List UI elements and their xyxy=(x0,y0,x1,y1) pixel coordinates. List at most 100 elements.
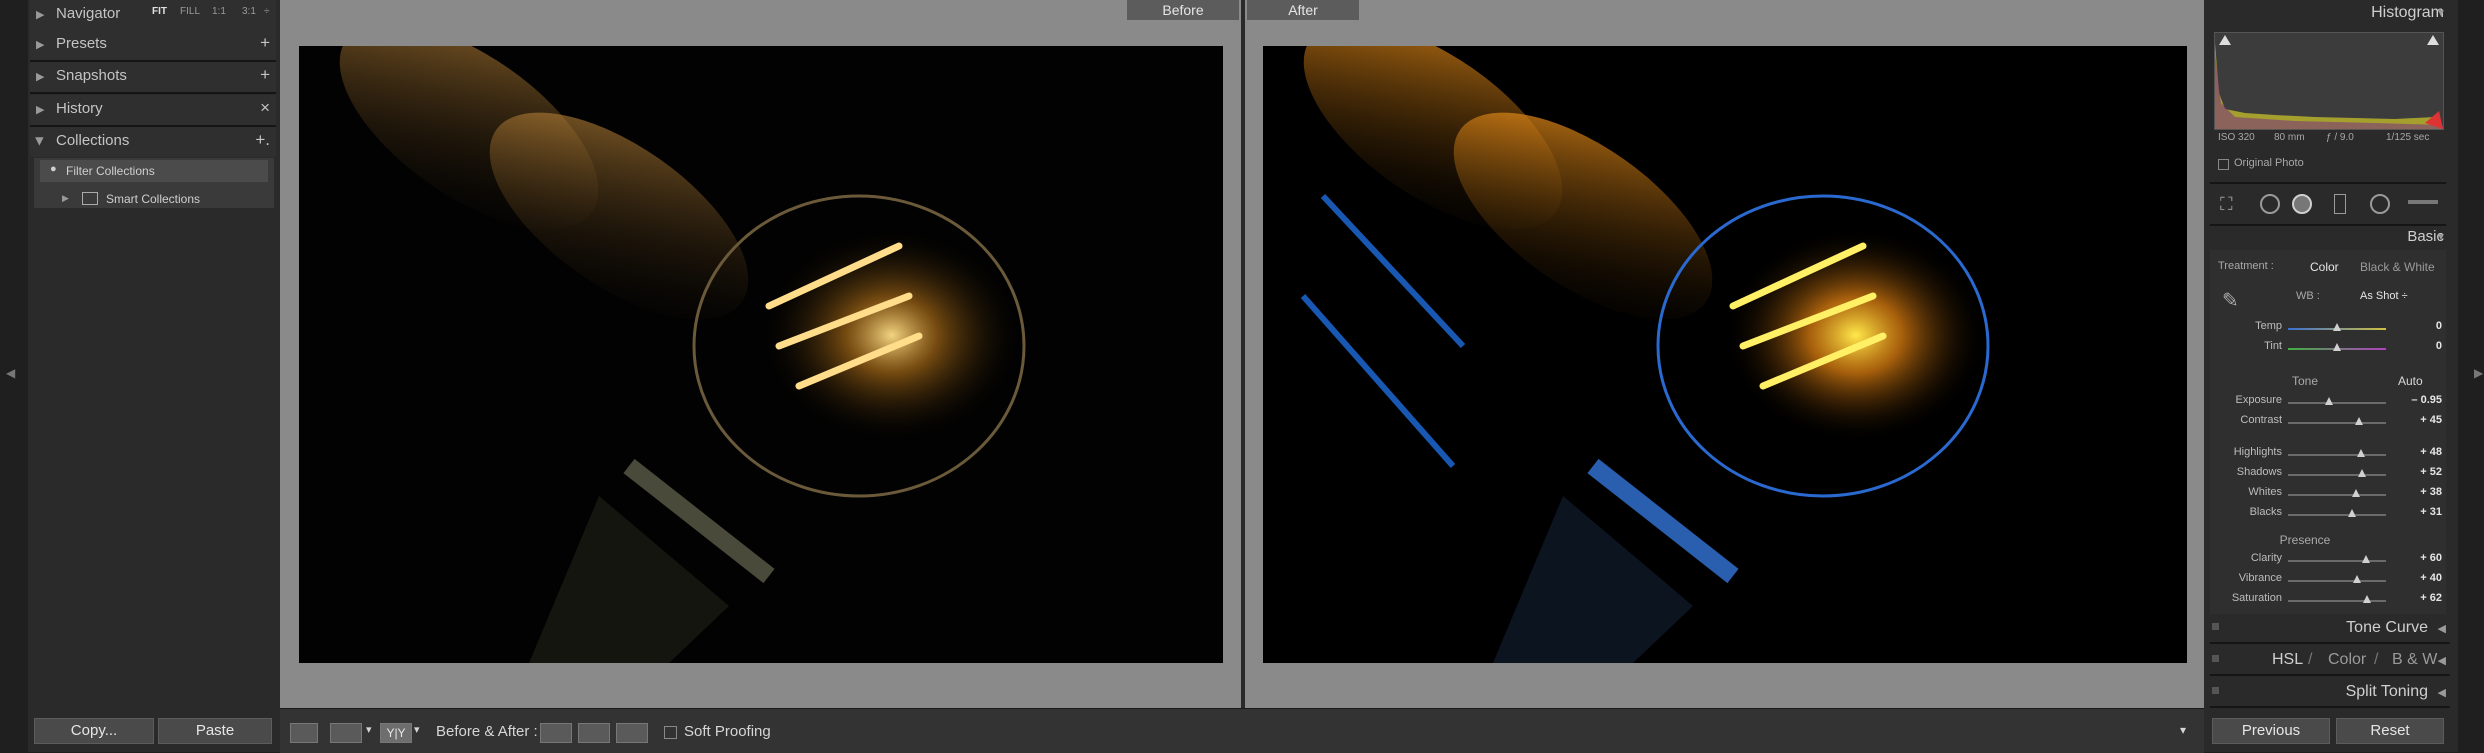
view-dropdown-icon[interactable]: ▾ xyxy=(366,723,372,736)
split-toning-section[interactable]: Split Toning ◀ xyxy=(2210,678,2450,708)
slider-vibrance[interactable]: Vibrance + 40 xyxy=(2212,572,2442,590)
red-eye-icon[interactable] xyxy=(2292,194,2312,214)
zoom-dropdown-icon[interactable]: ÷ xyxy=(264,6,270,17)
slider-value[interactable]: + 40 xyxy=(2420,572,2442,584)
adjustment-brush-icon[interactable] xyxy=(2408,200,2438,204)
compare-view-button[interactable] xyxy=(330,723,362,743)
slider-whites[interactable]: Whites + 38 xyxy=(2212,486,2442,504)
collections-header[interactable]: ▶ Collections +. xyxy=(30,127,276,157)
zoom-fill[interactable]: FILL xyxy=(180,6,200,17)
slider-knob[interactable] xyxy=(2325,397,2334,405)
radial-filter-icon[interactable] xyxy=(2370,194,2390,214)
panel-toggle-icon[interactable] xyxy=(2212,623,2219,630)
slider-track[interactable] xyxy=(2288,494,2386,496)
wb-select[interactable]: As Shot ÷ xyxy=(2360,290,2408,302)
panel-toggle-icon[interactable] xyxy=(2212,655,2219,662)
left-panel-edge[interactable]: ◀ xyxy=(0,0,28,752)
paste-button[interactable]: Paste xyxy=(158,718,272,744)
slider-saturation[interactable]: Saturation + 62 xyxy=(2212,592,2442,610)
slider-track[interactable] xyxy=(2288,580,2386,582)
zoom-3-1[interactable]: 3:1 xyxy=(242,6,256,17)
before-after-dropdown-icon[interactable]: ▾ xyxy=(414,723,420,736)
treatment-bw-option[interactable]: Black & White xyxy=(2360,260,2435,274)
slider-knob[interactable] xyxy=(2362,555,2371,563)
slider-contrast[interactable]: Contrast + 45 xyxy=(2212,414,2442,432)
previous-button[interactable]: Previous xyxy=(2212,718,2330,744)
zoom-fit[interactable]: FIT xyxy=(152,6,167,17)
reset-button[interactable]: Reset xyxy=(2336,718,2444,744)
hsl-tab[interactable]: HSL xyxy=(2272,651,2303,669)
original-photo-checkbox[interactable] xyxy=(2218,159,2229,170)
slider-knob[interactable] xyxy=(2356,449,2365,457)
history-header[interactable]: ▶ History × xyxy=(30,95,276,127)
presets-header[interactable]: ▶ Presets + xyxy=(30,30,276,62)
add-collection-icon[interactable]: +. xyxy=(255,130,270,150)
smart-collections-item[interactable]: ▶ Smart Collections xyxy=(36,188,272,210)
clear-history-icon[interactable]: × xyxy=(260,98,270,118)
slider-value[interactable]: + 31 xyxy=(2420,506,2442,518)
before-after-view-button[interactable]: Y|Y xyxy=(380,723,412,743)
spot-removal-icon[interactable] xyxy=(2260,194,2280,214)
auto-tone-button[interactable]: Auto xyxy=(2398,374,2423,388)
collapse-left-icon[interactable]: ◀ xyxy=(6,366,15,380)
slider-knob[interactable] xyxy=(2333,343,2341,351)
copy-after-to-before-button[interactable] xyxy=(578,723,610,743)
slider-track[interactable] xyxy=(2288,402,2386,404)
slider-knob[interactable] xyxy=(2347,509,2356,517)
collapse-triangle-icon[interactable]: ▼ xyxy=(2436,8,2446,19)
color-tab[interactable]: Color xyxy=(2328,651,2366,669)
slider-value[interactable]: + 60 xyxy=(2420,552,2442,564)
slider-track[interactable] xyxy=(2288,474,2386,476)
copy-button[interactable]: Copy... xyxy=(34,718,154,744)
slider-value[interactable]: + 62 xyxy=(2420,592,2442,604)
before-photo[interactable] xyxy=(299,46,1223,663)
slider-value[interactable]: + 38 xyxy=(2420,486,2442,498)
slider-value[interactable]: + 52 xyxy=(2420,466,2442,478)
copy-before-to-after-button[interactable] xyxy=(540,723,572,743)
slider-value[interactable]: 0 xyxy=(2436,340,2442,352)
right-panel-edge[interactable]: ▶ xyxy=(2458,0,2484,752)
soft-proofing-checkbox[interactable] xyxy=(664,726,677,739)
expand-triangle-icon[interactable]: ▶ xyxy=(62,193,69,204)
snapshots-header[interactable]: ▶ Snapshots + xyxy=(30,62,276,94)
after-photo[interactable] xyxy=(1263,46,2187,663)
slider-knob[interactable] xyxy=(2358,469,2367,477)
graduated-filter-icon[interactable] xyxy=(2334,194,2346,214)
histogram-graph[interactable] xyxy=(2214,32,2444,130)
slider-knob[interactable] xyxy=(2352,575,2361,583)
slider-highlights[interactable]: Highlights + 48 xyxy=(2212,446,2442,464)
add-snapshot-icon[interactable]: + xyxy=(260,65,270,85)
hsl-section[interactable]: HSL / Color / B & W ◀ xyxy=(2210,646,2450,676)
slider-blacks[interactable]: Blacks + 31 xyxy=(2212,506,2442,524)
slider-track[interactable] xyxy=(2288,514,2386,516)
slider-value[interactable]: + 45 xyxy=(2420,414,2442,426)
add-preset-icon[interactable]: + xyxy=(260,33,270,53)
collapse-triangle-icon[interactable]: ▼ xyxy=(2436,232,2446,243)
collapse-right-icon[interactable]: ▶ xyxy=(2474,366,2483,380)
panel-toggle-icon[interactable] xyxy=(2212,687,2219,694)
toolbar-menu-icon[interactable]: ▾ xyxy=(2180,723,2186,737)
tone-curve-section[interactable]: Tone Curve ◀ xyxy=(2210,614,2450,644)
slider-knob[interactable] xyxy=(2333,323,2341,331)
slider-clarity[interactable]: Clarity + 60 xyxy=(2212,552,2442,570)
slider-value[interactable]: 0 xyxy=(2436,320,2442,332)
slider-value[interactable]: + 48 xyxy=(2420,446,2442,458)
crop-tool-icon[interactable]: ⛶ xyxy=(2220,194,2233,215)
loupe-view-button[interactable] xyxy=(290,723,318,743)
bw-tab[interactable]: B & W xyxy=(2392,651,2437,669)
slider-knob[interactable] xyxy=(2351,489,2360,497)
slider-track[interactable] xyxy=(2288,422,2386,424)
slider-exposure[interactable]: Exposure – 0.95 xyxy=(2212,394,2442,412)
slider-shadows[interactable]: Shadows + 52 xyxy=(2212,466,2442,484)
slider-knob[interactable] xyxy=(2363,595,2372,603)
wb-eyedropper-icon[interactable]: ✎ xyxy=(2222,288,2239,313)
slider-track[interactable] xyxy=(2288,454,2386,456)
swap-before-after-button[interactable] xyxy=(616,723,648,743)
slider-track[interactable] xyxy=(2288,560,2386,562)
navigator-header[interactable]: ▶ Navigator FIT FILL 1:1 3:1 ÷ xyxy=(30,0,276,32)
slider-value[interactable]: – 0.95 xyxy=(2411,394,2442,406)
zoom-1-1[interactable]: 1:1 xyxy=(212,6,226,17)
filter-collections-field[interactable]: ● Filter Collections xyxy=(40,160,268,182)
slider-knob[interactable] xyxy=(2354,417,2363,425)
slider-temp[interactable]: Temp 0 xyxy=(2212,320,2442,338)
